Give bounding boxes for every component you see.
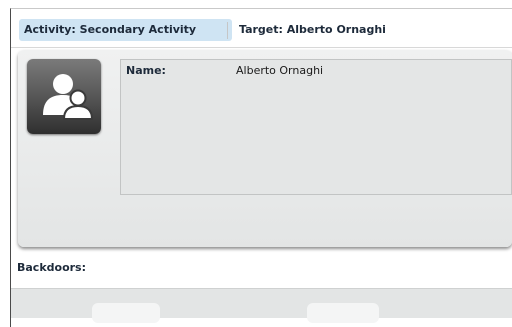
name-label: Name:	[126, 64, 166, 77]
target-details-box	[120, 59, 512, 195]
backdoor-item[interactable]	[307, 303, 379, 323]
breadcrumb-bar: Activity: Secondary Activity Target: Alb…	[11, 9, 512, 48]
backdoor-item[interactable]	[92, 303, 160, 323]
avatar	[27, 59, 101, 134]
backdoors-area	[11, 288, 512, 318]
tab-target[interactable]: Target: Alberto Ornaghi	[239, 19, 386, 41]
tab-activity[interactable]: Activity: Secondary Activity	[19, 19, 232, 41]
tab-separator	[227, 22, 228, 39]
name-value: Alberto Ornaghi	[236, 64, 324, 77]
user-group-icon	[43, 74, 94, 120]
backdoors-heading: Backdoors:	[17, 261, 87, 274]
